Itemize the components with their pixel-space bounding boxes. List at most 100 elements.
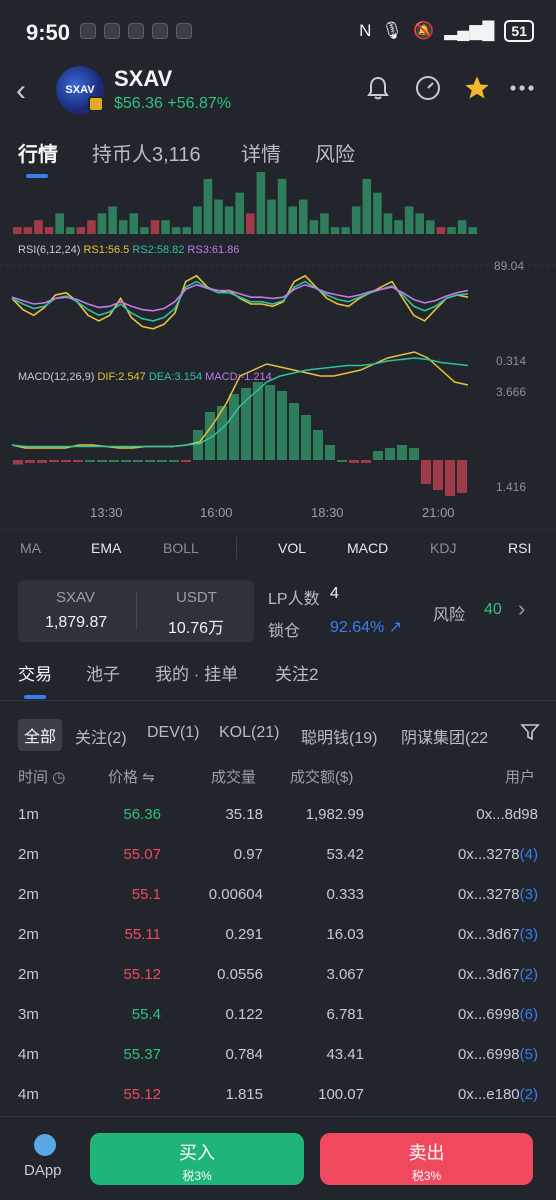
indicator-macd[interactable]: MACD [347, 540, 388, 556]
indicator-separator [236, 537, 237, 559]
table-row[interactable]: 1m 56.36 35.18 1,982.99 0x...8d98 [0, 796, 556, 836]
header-time[interactable]: 时间 ◷ [18, 766, 65, 787]
indicator-vol[interactable]: VOL [278, 540, 306, 556]
tab-holders[interactable]: 持币人3,116 [92, 138, 201, 167]
status-time: 9:50 [26, 20, 71, 45]
chart-area[interactable] [0, 170, 556, 530]
indicator-rsi[interactable]: RSI [508, 540, 531, 556]
macd-histogram-bar [169, 460, 179, 462]
volume-bar [362, 178, 372, 234]
filter-following[interactable]: 关注(2) [75, 724, 127, 748]
dapp-icon[interactable] [34, 1134, 56, 1156]
trade-amount: 3.067 [326, 966, 364, 983]
trade-price: 55.37 [123, 1046, 161, 1063]
volume-bar [235, 192, 244, 234]
volume-bar [44, 227, 54, 234]
star-icon[interactable] [461, 72, 493, 104]
lock-percent[interactable]: 92.64% ↗ [330, 617, 402, 637]
section-tab-underline [24, 695, 46, 699]
rsi-label: RSI(6,12,24) [18, 244, 81, 256]
macd-histogram-bar [109, 460, 119, 462]
filter-smart-money[interactable]: 聪明钱(19) [301, 724, 377, 748]
tab-details[interactable]: 详情 [241, 138, 281, 167]
volume-bar [129, 213, 139, 234]
chevron-right-icon[interactable]: › [518, 596, 525, 622]
macd-histogram-bar [457, 460, 467, 493]
tab-trades[interactable]: 交易 [18, 660, 52, 685]
tab-market[interactable]: 行情 [18, 138, 58, 167]
nfc-icon: N [359, 21, 372, 40]
indicator-ema[interactable]: EMA [91, 540, 121, 556]
macd-histogram-bar [157, 460, 167, 462]
chain-badge-icon [88, 96, 104, 112]
trade-qty: 1.815 [225, 1086, 263, 1103]
filter-kol[interactable]: KOL(21) [219, 724, 279, 742]
table-row[interactable]: 2m 55.12 0.0556 3.067 0x...3d67(2) [0, 956, 556, 996]
table-row[interactable]: 3m 55.4 0.122 6.781 0x...6998(6) [0, 996, 556, 1036]
trade-time: 3m [18, 1006, 39, 1023]
macd-histogram-bar [181, 460, 191, 462]
volume-bar [468, 227, 477, 234]
trade-user-address: 0x...3d67 [457, 926, 520, 943]
sell-button[interactable]: 卖出 税3% [320, 1133, 533, 1185]
trade-time: 2m [18, 966, 39, 983]
filter-icon[interactable] [520, 722, 542, 744]
macd-value: MACD:-1.214 [205, 371, 272, 383]
trade-price: 55.07 [123, 846, 161, 863]
filter-all[interactable]: 全部 [18, 719, 63, 751]
volume-bar [224, 206, 234, 234]
trade-price: 55.12 [123, 966, 161, 983]
volume-bar [426, 220, 435, 234]
buy-button[interactable]: 买入 税3% [90, 1133, 304, 1185]
tab-my-orders[interactable]: 我的 · 挂单 [155, 660, 238, 685]
lp-label: LP人数 [268, 591, 320, 608]
table-row[interactable]: 2m 55.11 0.291 16.03 0x...3d67(3) [0, 916, 556, 956]
macd-histogram-bar [13, 460, 23, 465]
dapp-label[interactable]: DApp [24, 1162, 62, 1179]
header-amount: 成交额($) [290, 769, 354, 786]
header-price[interactable]: 价格 ⇋ [108, 766, 155, 787]
macd-histogram-bar [421, 460, 431, 484]
tab-risk[interactable]: 风险 [315, 138, 355, 167]
trade-time: 1m [18, 806, 39, 823]
bell-icon[interactable] [362, 72, 394, 104]
volume-bar [55, 213, 64, 234]
mute-icon: 🔕 [413, 21, 435, 40]
time-tick: 16:00 [200, 505, 233, 520]
volume-bar [256, 172, 266, 234]
table-row[interactable]: 2m 55.07 0.97 53.42 0x...3278(4) [0, 836, 556, 876]
more-icon[interactable] [506, 72, 538, 104]
filter-cabal[interactable]: 阴谋集团(22 [401, 724, 488, 748]
macd-histogram-bar [121, 460, 131, 462]
volume-bar [298, 199, 308, 234]
indicator-boll[interactable]: BOLL [163, 540, 199, 556]
notification-app-icon [80, 23, 96, 39]
indicator-kdj[interactable]: KDJ [430, 540, 456, 556]
pool-quote-amount: 10.76万 [168, 620, 225, 637]
gauge-icon[interactable] [412, 72, 444, 104]
divider [0, 700, 556, 701]
macd-histogram-bar [229, 394, 239, 460]
table-row[interactable]: 4m 55.37 0.784 43.41 0x...6998(5) [0, 1036, 556, 1076]
macd-histogram-bar [385, 448, 395, 460]
volume-bar [13, 227, 22, 234]
signal-icon: ▂▄▆█ [444, 21, 495, 40]
pool-quote-label: USDT [176, 589, 217, 606]
indicator-ma[interactable]: MA [20, 540, 41, 556]
table-row[interactable]: 4m 55.12 1.815 100.07 0x...e180(2) [0, 1076, 556, 1116]
trade-user: 0x...8d98 [476, 806, 538, 823]
macd-histogram-bar [397, 445, 407, 460]
volume-bar [34, 220, 43, 234]
tab-following[interactable]: 关注2 [275, 660, 318, 685]
macd-series-line [11, 351, 469, 449]
back-icon[interactable]: ‹ [16, 74, 26, 108]
pool-token-label: SXAV [56, 589, 95, 606]
header-price-label: 价格 [108, 769, 139, 786]
notification-app-icon [128, 23, 144, 39]
tab-pools[interactable]: 池子 [86, 660, 120, 685]
table-row[interactable]: 2m 55.1 0.00604 0.333 0x...3278(3) [0, 876, 556, 916]
trade-user-count: (3) [519, 886, 538, 903]
macd-histogram-bar [97, 460, 107, 462]
volume-bar [288, 206, 297, 234]
filter-dev[interactable]: DEV(1) [147, 724, 199, 742]
